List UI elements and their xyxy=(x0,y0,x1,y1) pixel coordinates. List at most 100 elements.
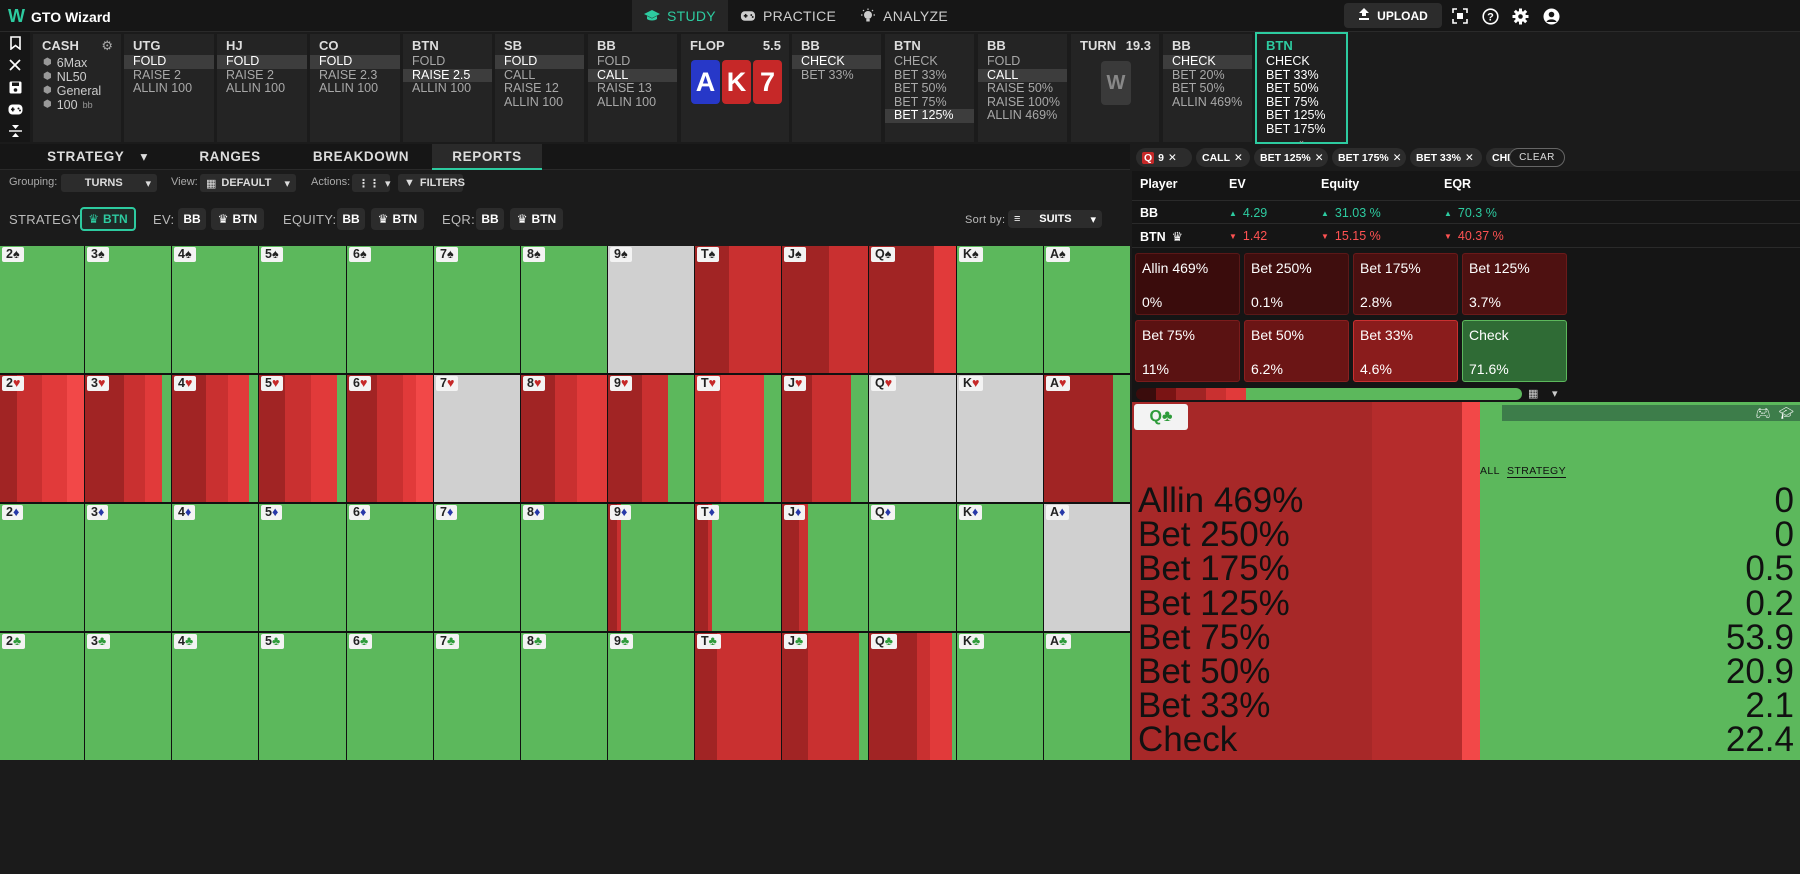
settings-gear-icon[interactable] xyxy=(1510,6,1530,26)
close-icon[interactable] xyxy=(0,54,30,76)
chip-close-icon[interactable]: ✕ xyxy=(1465,152,1474,164)
logo[interactable]: W GTO Wizard xyxy=(8,6,111,27)
tree-action[interactable]: ALLIN 100 xyxy=(495,95,584,110)
tree-action[interactable]: RAISE 50% xyxy=(978,82,1067,96)
turn-card-cell[interactable]: A♦ xyxy=(1044,504,1130,631)
turn-card-cell[interactable]: J♣ xyxy=(782,633,868,760)
turn-card-cell[interactable]: 8♥ xyxy=(521,375,607,502)
tree-action[interactable]: BET 125% xyxy=(885,109,974,123)
tree-action[interactable]: CALL xyxy=(978,68,1067,83)
chip-bet-175[interactable]: BET 175% ✕ xyxy=(1332,148,1406,167)
chip-close-icon[interactable]: ✕ xyxy=(1168,152,1177,164)
tree-column-btn[interactable]: BTN CHECK BET 33% BET 50% BET 75% BET 125% BET… xyxy=(1255,32,1348,144)
tree-action[interactable]: BET 33% xyxy=(792,68,881,83)
tree-action[interactable]: FOLD xyxy=(403,54,492,69)
tree-column-btn[interactable]: BTN CHECK BET 33% BET 50% BET 75% BET 125% xyxy=(885,34,974,142)
action-tile[interactable]: Bet 125% 3.7% xyxy=(1462,253,1567,315)
turn-card-cell[interactable]: 6♣ xyxy=(347,633,433,760)
tab-strategy[interactable]: STRATEGY xyxy=(1507,465,1567,478)
tree-action[interactable]: BET 50% xyxy=(885,82,974,96)
turn-card-cell[interactable]: 5♣ xyxy=(259,633,346,760)
tree-action[interactable]: BET 33% xyxy=(885,68,974,83)
graduation-cap-icon[interactable]: 🎓︎ xyxy=(1779,406,1794,420)
chevron-down-icon[interactable]: ⌄ xyxy=(1257,135,1346,144)
tree-action[interactable]: FOLD xyxy=(310,54,400,69)
eqr-btn-button[interactable]: ♛ BTN xyxy=(510,208,563,230)
tree-action[interactable]: RAISE 2 xyxy=(124,68,214,83)
tree-action[interactable]: ALLIN 100 xyxy=(310,82,400,96)
turn-card-cell[interactable]: T♥ xyxy=(695,375,781,502)
turn-card-cell[interactable]: A♠ xyxy=(1044,246,1130,373)
turn-card-cell[interactable]: 7♥ xyxy=(434,375,520,502)
gamepad-icon[interactable]: 🎮︎ xyxy=(1756,406,1771,420)
collapse-icon[interactable] xyxy=(0,120,30,142)
turn-card-cell[interactable]: 4♦ xyxy=(172,504,258,631)
turn-card-cell[interactable]: K♠ xyxy=(957,246,1043,373)
action-tile[interactable]: Allin 469% 0% xyxy=(1135,253,1240,315)
turn-card-cell[interactable]: 2♥ xyxy=(0,375,84,502)
turn-card-cell[interactable]: 5♥ xyxy=(259,375,346,502)
turn-card-cell[interactable]: 9♦ xyxy=(608,504,694,631)
tree-action[interactable]: BET 20% xyxy=(1163,68,1252,83)
turn-card-cell[interactable]: 9♠ xyxy=(608,246,694,373)
turn-card-cell[interactable]: Q♣ xyxy=(869,633,956,760)
turn-card-cell[interactable]: K♣ xyxy=(957,633,1043,760)
turn-card-cell[interactable]: 8♣ xyxy=(521,633,607,760)
tree-action[interactable]: RAISE 100% xyxy=(978,95,1067,110)
tab-breakdown[interactable]: BREAKDOWN xyxy=(300,144,422,170)
turn-card-cell[interactable]: 8♠ xyxy=(521,246,607,373)
bookmark-icon[interactable] xyxy=(0,32,30,54)
chip-close-icon[interactable]: ✕ xyxy=(1393,152,1402,164)
tree-action[interactable]: RAISE 2.5 xyxy=(403,68,492,83)
tree-action[interactable]: FOLD xyxy=(495,54,584,69)
tree-action[interactable]: FOLD xyxy=(217,54,307,69)
tree-column-bb[interactable]: BB FOLD CALL RAISE 13 ALLIN 100 xyxy=(588,34,677,142)
turn-card-cell[interactable]: 8♦ xyxy=(521,504,607,631)
turn-card-cell[interactable]: K♦ xyxy=(957,504,1043,631)
ev-bb-button[interactable]: BB xyxy=(178,208,206,230)
sort-select[interactable]: ≡ SUITS ▾ xyxy=(1008,210,1102,228)
tree-column-bb[interactable]: BB FOLD CALL RAISE 50% RAISE 100% ALLIN 469% xyxy=(978,34,1067,142)
turn-card-cell[interactable]: T♠ xyxy=(695,246,781,373)
tree-action[interactable]: RAISE 2.3 xyxy=(310,68,400,83)
chevron-down-icon[interactable]: ▾ xyxy=(141,144,148,170)
gamepad-icon[interactable] xyxy=(0,98,30,120)
turn-card-cell[interactable]: 4♠ xyxy=(172,246,258,373)
tree-action[interactable]: ALLIN 469% xyxy=(1163,95,1252,110)
tree-action[interactable]: BET 50% xyxy=(1163,82,1252,96)
tree-action[interactable]: ALLIN 100 xyxy=(403,82,492,96)
tree-column-bb[interactable]: BB CHECK BET 33% xyxy=(792,34,881,142)
account-icon[interactable] xyxy=(1541,6,1561,26)
nav-tab-analyze[interactable]: ANALYZE xyxy=(848,0,960,31)
turn-card-cell[interactable]: Q♠ xyxy=(869,246,956,373)
turn-card-cell[interactable]: 7♣ xyxy=(434,633,520,760)
chevron-down-icon[interactable]: ▾ xyxy=(1552,387,1558,401)
tab-strategy[interactable]: STRATEGY ▾ xyxy=(30,144,165,170)
ev-btn-button[interactable]: ♛ BTN xyxy=(211,208,264,230)
flop-column[interactable]: FLOP 5.5 A K 7 xyxy=(681,34,789,142)
nav-tab-study[interactable]: STUDY xyxy=(632,0,728,31)
save-icon[interactable] xyxy=(0,76,30,98)
chip-bet-33[interactable]: BET 33% ✕ xyxy=(1410,148,1482,167)
grid-icon[interactable]: ▦ xyxy=(1528,387,1538,401)
equity-btn-button[interactable]: ♛ BTN xyxy=(371,208,424,230)
action-tile[interactable]: Bet 33% 4.6% xyxy=(1353,320,1458,382)
tree-column-co[interactable]: CO FOLD RAISE 2.3 ALLIN 100 xyxy=(310,34,400,142)
upload-button[interactable]: UPLOAD xyxy=(1344,3,1442,28)
turn-card-cell[interactable]: 3♣ xyxy=(85,633,171,760)
filters-button[interactable]: ▼ FILTERS xyxy=(398,174,465,192)
action-tile[interactable]: Bet 175% 2.8% xyxy=(1353,253,1458,315)
turn-card-cell[interactable]: 6♦ xyxy=(347,504,433,631)
equity-bb-button[interactable]: BB xyxy=(337,208,365,230)
tree-action[interactable]: CHECK xyxy=(1257,54,1346,69)
turn-card-cell[interactable]: Q♦ xyxy=(869,504,956,631)
tab-all[interactable]: ALL xyxy=(1480,465,1500,477)
chip-card[interactable]: Q 9 ✕ xyxy=(1136,148,1192,167)
turn-card-cell[interactable]: J♦ xyxy=(782,504,868,631)
turn-card-cell[interactable]: 9♣ xyxy=(608,633,694,760)
tree-action[interactable]: BET 125% xyxy=(1257,109,1346,123)
tree-action[interactable]: CHECK xyxy=(1163,54,1252,69)
turn-card-cell[interactable]: T♦ xyxy=(695,504,781,631)
chip-close-icon[interactable]: ✕ xyxy=(1315,152,1324,164)
action-tile[interactable]: Bet 250% 0.1% xyxy=(1244,253,1349,315)
